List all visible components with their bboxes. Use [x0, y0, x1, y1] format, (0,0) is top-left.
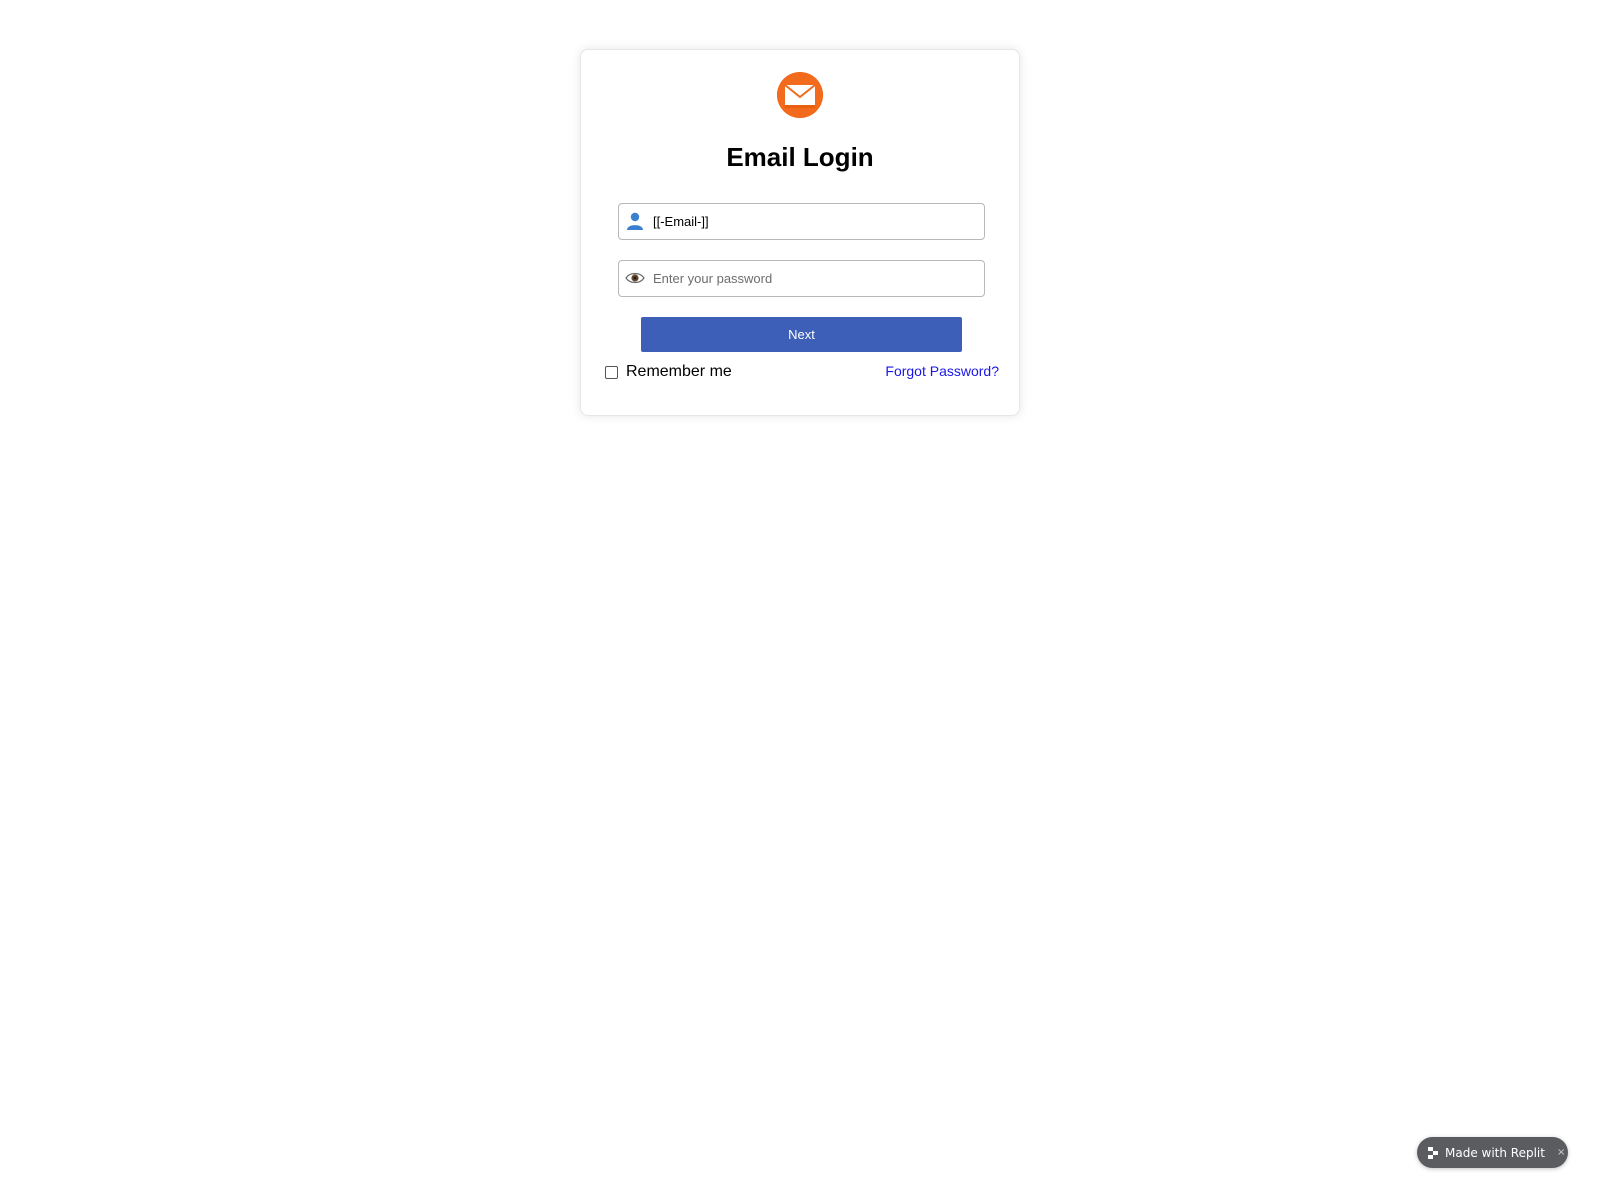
badge-label: Made with Replit — [1445, 1145, 1545, 1160]
mail-logo-icon — [777, 72, 823, 118]
close-icon[interactable]: × — [1557, 1147, 1565, 1158]
forgot-password-link[interactable]: Forgot Password? — [885, 363, 999, 379]
password-input[interactable] — [653, 261, 973, 296]
email-field[interactable] — [618, 203, 985, 240]
remember-checkbox[interactable] — [605, 365, 618, 379]
login-card: Email Login Next Remember me Forgot Pass… — [580, 49, 1020, 416]
next-button[interactable]: Next — [641, 317, 962, 352]
eye-icon[interactable] — [625, 268, 645, 288]
page-title: Email Login — [726, 142, 874, 172]
user-icon — [625, 211, 645, 231]
made-with-replit-badge[interactable]: Made with Replit × — [1417, 1137, 1568, 1168]
email-input[interactable] — [653, 204, 973, 239]
password-field[interactable] — [618, 260, 985, 297]
replit-icon — [1428, 1146, 1438, 1159]
remember-me[interactable]: Remember me — [605, 362, 732, 382]
remember-label: Remember me — [626, 363, 732, 380]
